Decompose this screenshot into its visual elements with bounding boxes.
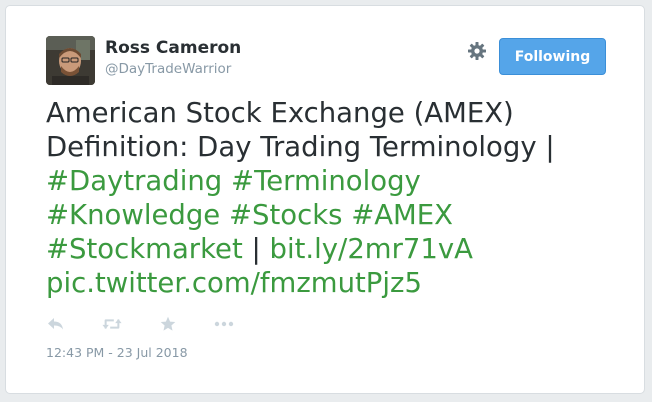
hashtag-daytrading[interactable]: #Daytrading [46,165,222,197]
hashtag-knowledge[interactable]: #Knowledge [46,199,220,231]
tweet-line-5: #Stockmarket | bit.ly/2mr71vA [46,232,626,266]
hashtag-terminology[interactable]: #Terminology [231,165,421,197]
tweet-card: Ross Cameron @DayTradeWarrior Following … [5,5,645,394]
favorite-icon[interactable] [158,314,178,334]
retweet-icon[interactable] [102,314,122,334]
gear-icon[interactable] [467,41,487,61]
short-link[interactable]: bit.ly/2mr71vA [270,233,473,265]
avatar[interactable] [46,36,95,85]
tweet-line-2: Definition: Day Trading Terminology | [46,131,555,163]
user-handle[interactable]: @DayTradeWarrior [105,61,231,77]
avatar-photo [46,36,95,85]
hashtag-amex[interactable]: #AMEX [351,199,453,231]
user-name[interactable]: Ross Cameron [105,38,241,58]
hashtag-stocks[interactable]: #Stocks [229,199,342,231]
pic-link[interactable]: pic.twitter.com/fmzmutPjz5 [46,267,422,299]
tweet-line-4: #Knowledge #Stocks #AMEX [46,198,626,232]
tweet-timestamp[interactable]: 12:43 PM - 23 Jul 2018 [46,345,188,360]
more-icon[interactable] [214,314,234,334]
separator: | [251,233,261,265]
tweet-actions [46,314,270,334]
hashtag-stockmarket[interactable]: #Stockmarket [46,233,243,265]
following-button[interactable]: Following [499,38,606,75]
reply-icon[interactable] [46,314,66,334]
tweet-text: American Stock Exchange (AMEX) Definitio… [46,96,626,300]
tweet-line-3: #Daytrading #Terminology [46,164,626,198]
tweet-line-1: American Stock Exchange (AMEX) [46,97,514,129]
tweet-line-6: pic.twitter.com/fmzmutPjz5 [46,266,626,300]
